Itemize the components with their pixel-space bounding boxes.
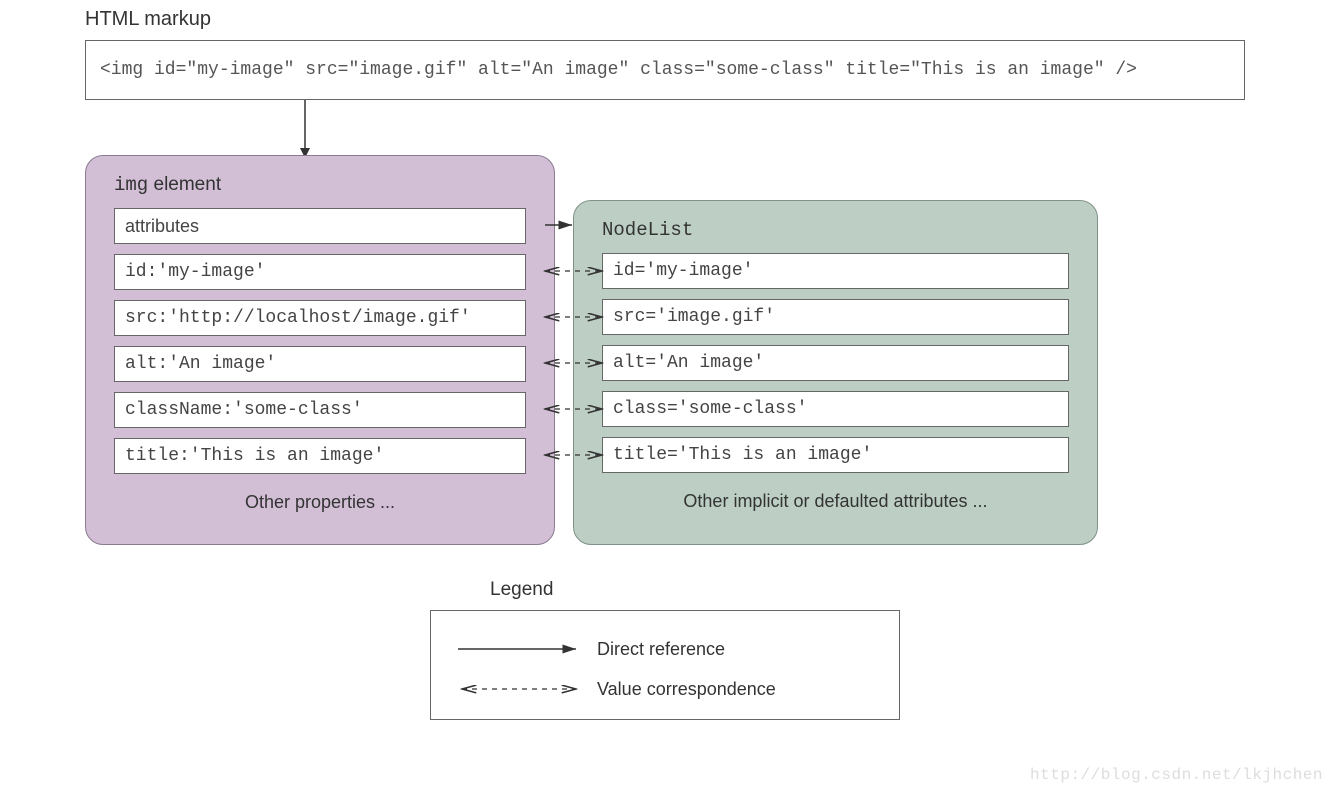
legend-direct-icon — [449, 642, 589, 656]
legend-row-direct: Direct reference — [449, 629, 881, 669]
legend-title: Legend — [490, 579, 553, 601]
img-element-title: img element — [114, 174, 534, 196]
attr-id: id='my-image' — [602, 253, 1069, 289]
legend-value-icon — [449, 682, 589, 696]
property-src: src:'http://localhost/image.gif' — [114, 300, 526, 336]
property-attributes: attributes — [114, 208, 526, 244]
nodelist-panel: NodeList id='my-image' src='image.gif' a… — [573, 200, 1098, 545]
nodelist-title: NodeList — [602, 219, 1077, 241]
arrow-markup-to-element — [298, 100, 300, 155]
markup-title: HTML markup — [85, 8, 211, 31]
property-id: id:'my-image' — [114, 254, 526, 290]
img-element-title-text: element — [148, 174, 221, 195]
property-title: title:'This is an image' — [114, 438, 526, 474]
legend-box: Direct reference Value correspondence — [430, 610, 900, 720]
legend-row-value: Value correspondence — [449, 669, 881, 709]
attr-class: class='some-class' — [602, 391, 1069, 427]
property-classname: className:'some-class' — [114, 392, 526, 428]
other-properties-label: Other properties ... — [106, 492, 534, 513]
attr-alt: alt='An image' — [602, 345, 1069, 381]
watermark: http://blog.csdn.net/lkjhchen — [1030, 766, 1323, 784]
img-element-panel: img element attributes id:'my-image' src… — [85, 155, 555, 545]
attr-src: src='image.gif' — [602, 299, 1069, 335]
img-element-title-code: img — [114, 174, 148, 196]
html-markup-box: <img id="my-image" src="image.gif" alt="… — [85, 40, 1245, 100]
attr-title: title='This is an image' — [602, 437, 1069, 473]
legend-value-label: Value correspondence — [597, 679, 776, 700]
legend-direct-label: Direct reference — [597, 639, 725, 660]
other-attributes-label: Other implicit or defaulted attributes .… — [594, 491, 1077, 512]
property-alt: alt:'An image' — [114, 346, 526, 382]
